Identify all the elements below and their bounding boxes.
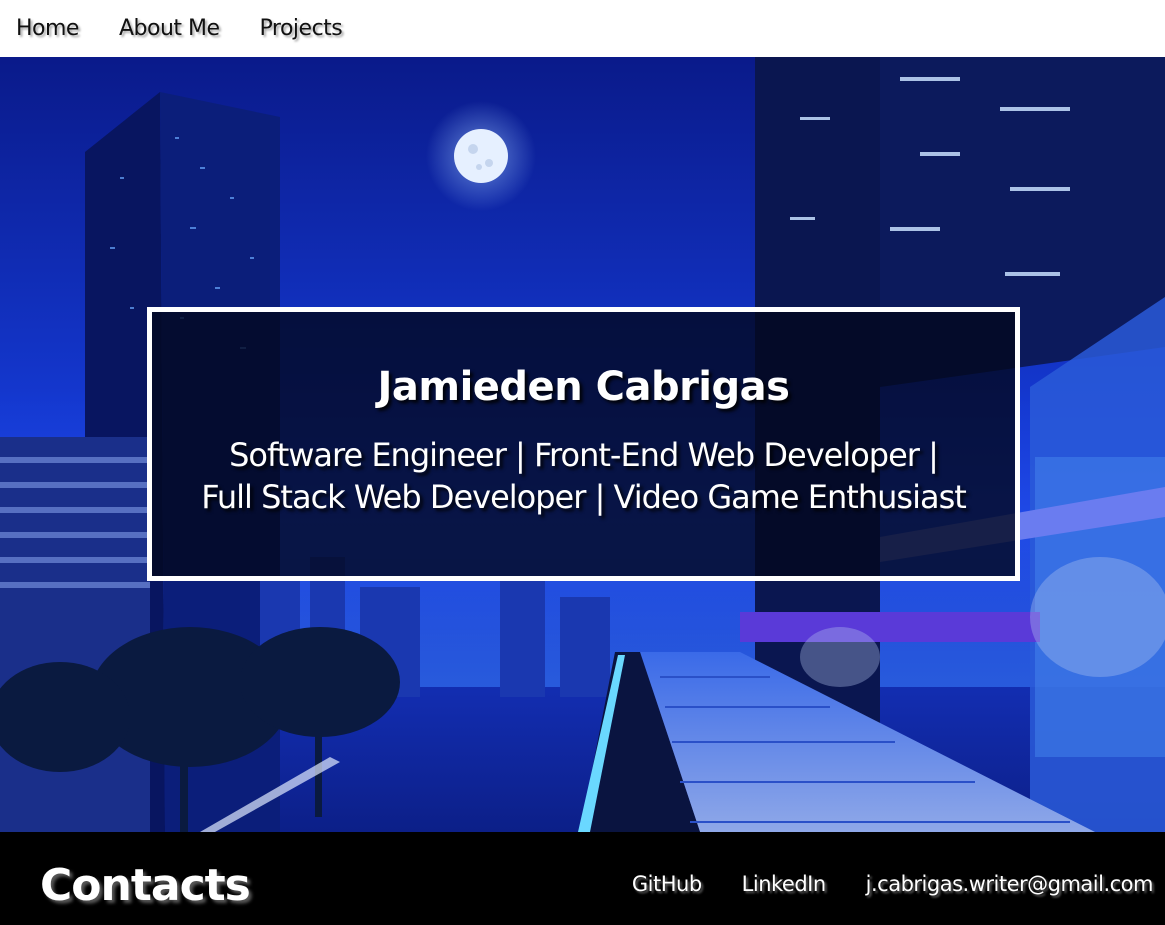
email-link[interactable]: j.cabrigas.writer@gmail.com xyxy=(866,872,1154,896)
nav-about-link[interactable]: About Me xyxy=(119,16,220,41)
github-link[interactable]: GitHub xyxy=(632,872,702,896)
linkedin-link[interactable]: LinkedIn xyxy=(742,872,827,896)
hero-section: Jamieden Cabrigas Software Engineer | Fr… xyxy=(0,57,1165,832)
footer-contacts-title: Contacts xyxy=(40,860,251,911)
hero-roles: Software Engineer | Front-End Web Develo… xyxy=(164,434,1004,518)
top-nav: Home About Me Projects xyxy=(0,0,1165,57)
nav-projects-link[interactable]: Projects xyxy=(260,16,343,41)
footer: Contacts GitHub LinkedIn j.cabrigas.writ… xyxy=(0,832,1165,925)
hero-name: Jamieden Cabrigas xyxy=(377,364,790,410)
hero-intro-card: Jamieden Cabrigas Software Engineer | Fr… xyxy=(147,307,1020,581)
footer-links: GitHub LinkedIn j.cabrigas.writer@gmail.… xyxy=(592,872,1154,896)
nav-home-link[interactable]: Home xyxy=(16,16,79,41)
hero-roles-line-2: Full Stack Web Developer | Video Game En… xyxy=(201,478,967,516)
hero-roles-line-1: Software Engineer | Front-End Web Develo… xyxy=(229,436,939,474)
